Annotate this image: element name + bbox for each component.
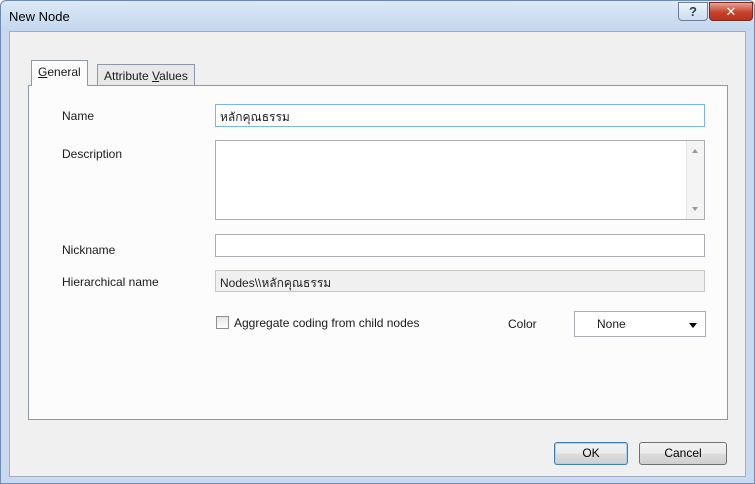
chevron-down-icon bbox=[689, 323, 697, 328]
close-icon: ✕ bbox=[725, 3, 737, 19]
tab-attribute-values-label: Attribute Values bbox=[104, 69, 188, 83]
hierarchical-name-label: Hierarchical name bbox=[62, 275, 159, 289]
nickname-label: Nickname bbox=[62, 243, 116, 257]
tab-attribute-values[interactable]: Attribute Values bbox=[97, 64, 195, 86]
scroll-up-icon[interactable] bbox=[692, 149, 698, 153]
color-dropdown[interactable]: None bbox=[574, 311, 706, 337]
color-label: Color bbox=[508, 317, 537, 331]
scroll-down-icon[interactable] bbox=[692, 207, 698, 211]
description-textarea[interactable] bbox=[215, 140, 705, 220]
description-scrollbar[interactable] bbox=[686, 141, 704, 219]
cancel-button[interactable]: Cancel bbox=[639, 442, 727, 465]
window-title: New Node bbox=[9, 9, 70, 24]
ok-button[interactable]: OK bbox=[554, 442, 628, 465]
nickname-input[interactable] bbox=[215, 234, 705, 257]
tab-general[interactable]: General bbox=[31, 60, 88, 86]
help-button[interactable]: ? bbox=[678, 2, 708, 21]
description-label: Description bbox=[62, 147, 123, 161]
help-icon: ? bbox=[689, 4, 697, 19]
aggregate-coding-checkbox[interactable] bbox=[216, 316, 229, 329]
name-input[interactable]: หลักคุณธรรม bbox=[215, 104, 705, 127]
aggregate-coding-label[interactable]: Aggregate coding from child nodes bbox=[234, 316, 419, 330]
name-label: Name bbox=[62, 109, 95, 123]
color-dropdown-value: None bbox=[597, 317, 626, 331]
title-bar[interactable]: New Node ? ✕ bbox=[1, 1, 754, 31]
hierarchical-name-field: Nodes\\หลักคุณธรรม bbox=[215, 270, 705, 292]
close-button[interactable]: ✕ bbox=[709, 2, 753, 21]
tab-general-label: General bbox=[38, 65, 81, 79]
